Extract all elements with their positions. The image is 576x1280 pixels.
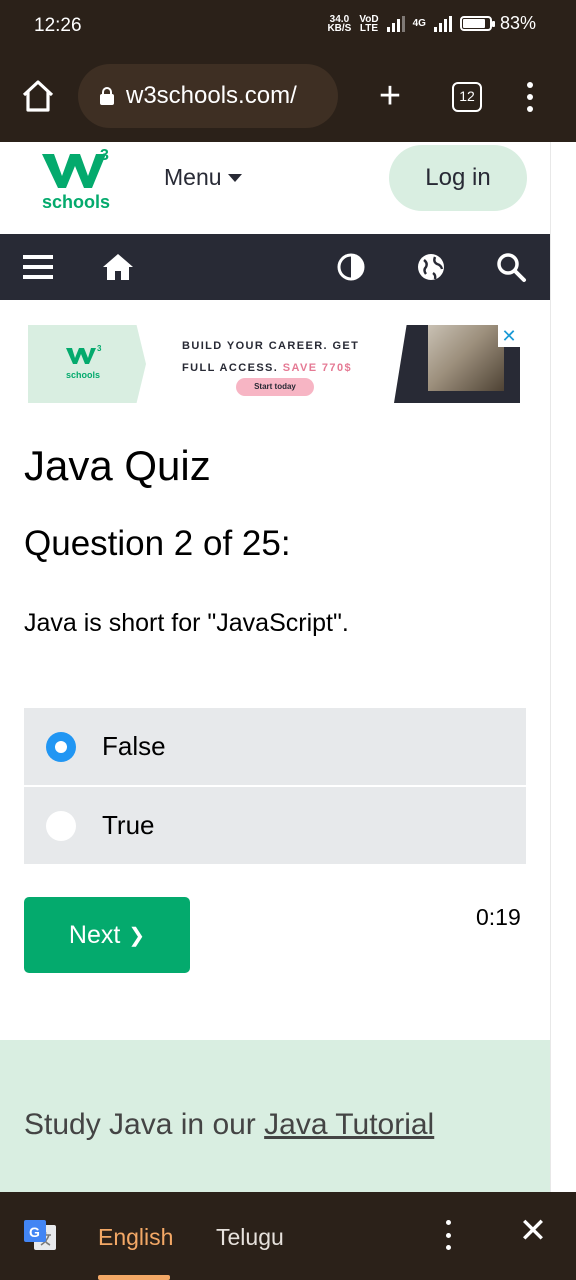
w3schools-logo[interactable]: 3 schools [40,146,120,216]
w3-logo-mark: 3 [42,147,109,188]
question-text: Java is short for "JavaScript". [24,609,349,637]
ad-w3-logo: 3 [66,344,102,364]
next-button[interactable]: Next ❯ [24,897,190,973]
network-type: 4G [412,18,426,29]
close-icon[interactable]: ✕ [518,1214,548,1248]
url-text: w3schools.com/ [126,82,297,109]
tab-switcher-button[interactable]: 12 [452,82,482,112]
tab-source-language[interactable]: English [98,1224,173,1251]
site-header: 3 schools Menu Log in [0,142,552,234]
globe-icon[interactable] [415,251,447,283]
browser-toolbar: w3schools.com/ + 12 [0,52,576,142]
translate-bar: G English Telugu ✕ [0,1192,576,1280]
radio-button[interactable] [46,810,76,841]
new-tab-icon[interactable]: + [374,77,406,115]
signal-icon [386,15,405,32]
ad-headline: BUILD YOUR CAREER. GET FULL ACCESS. SAVE… [182,340,360,374]
ad-banner[interactable]: 3 schools BUILD YOUR CAREER. GET FULL AC… [28,325,520,403]
logo-text: schools [42,192,111,212]
web-page: 3 schools Menu Log in 3 schools BUILD YO… [0,142,552,1192]
radio-button-selected[interactable] [46,731,76,762]
ad-cta-button[interactable]: Start today [236,378,314,396]
hamburger-icon[interactable] [22,251,54,283]
ad-logo-panel: 3 schools [28,325,146,403]
ad-logo-superscript: 3 [97,344,102,353]
study-banner: Study Java in our Java Tutorial [0,1040,552,1192]
status-icons: 34.0 KB/S VoD LTE 4G 83% [327,13,536,34]
answer-option-true[interactable]: True [24,787,526,864]
status-bar: 12:26 34.0 KB/S VoD LTE 4G 83% [0,0,576,52]
svg-text:G: G [29,1224,40,1240]
caret-down-icon [227,173,242,182]
translate-menu-icon[interactable] [440,1220,456,1250]
answer-option-false[interactable]: False [24,708,526,785]
browser-menu-icon[interactable] [522,82,538,112]
java-tutorial-link[interactable]: Java Tutorial [264,1108,434,1141]
signal-4g-icon [433,15,452,32]
page-title: Java Quiz [24,442,211,489]
next-label: Next [68,920,121,949]
login-button[interactable]: Log in [389,145,527,211]
quiz-timer: 0:19 [476,904,521,930]
page-edge [550,142,576,1192]
status-time: 12:26 [34,15,82,36]
battery-percent: 83% [499,13,536,33]
google-translate-icon[interactable]: G [22,1218,58,1252]
tab-target-language[interactable]: Telugu [216,1224,284,1251]
active-tab-indicator [98,1275,170,1280]
contrast-icon[interactable] [335,251,367,283]
chevron-right-icon: ❯ [128,924,146,947]
ad-logo-text: schools [66,370,101,380]
close-ad-icon[interactable]: ✕ [498,325,520,347]
question-heading: Question 2 of 25: [24,524,291,563]
net-speed: 34.0 KB/S [327,13,352,34]
answer-label: False [102,731,166,761]
study-text: Study Java in our Java Tutorial [24,1108,435,1141]
search-icon[interactable] [495,251,527,283]
menu-button[interactable]: Menu [164,164,242,191]
battery-icon [459,16,495,31]
answer-label: True [102,810,155,840]
home-icon[interactable] [20,78,56,114]
lock-icon [100,87,114,105]
home-site-icon[interactable] [102,251,134,283]
menu-label: Menu [164,164,222,190]
address-bar[interactable]: w3schools.com/ [78,64,338,128]
volte-indicator: VoD LTE [359,13,379,34]
site-toolbar [0,234,552,300]
logo-superscript: 3 [100,147,109,164]
